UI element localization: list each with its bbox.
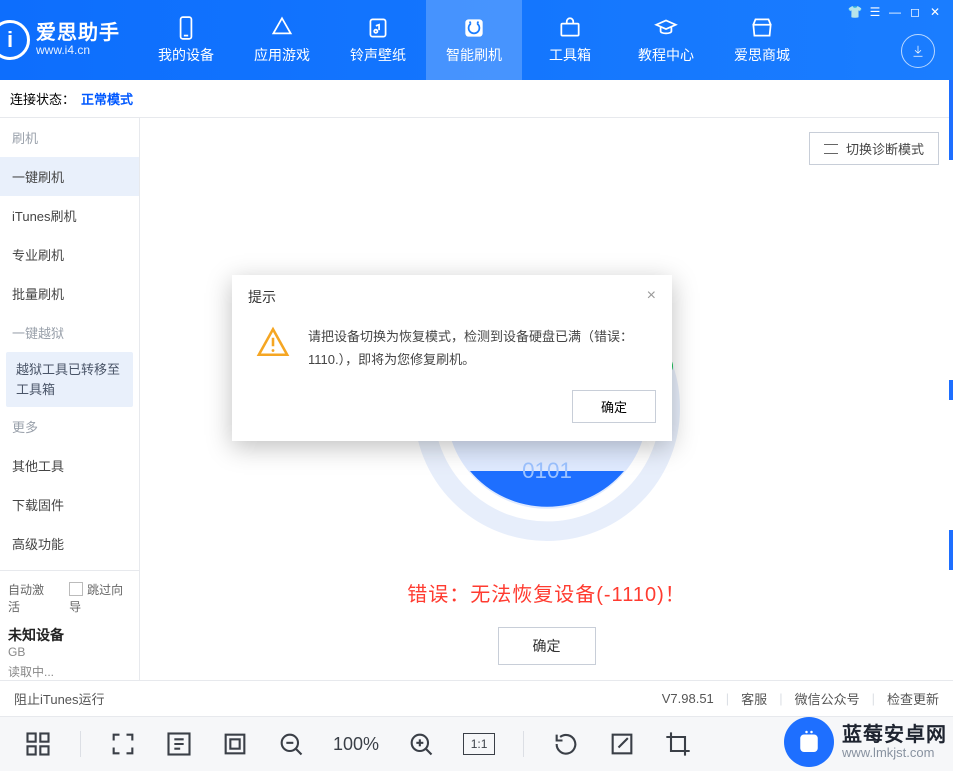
footer-version: V7.98.51 — [662, 691, 714, 706]
top-nav: 我的设备 应用游戏 铃声壁纸 智能刷机 工具箱 教程中心 爱思商城 — [138, 0, 810, 80]
download-icon[interactable] — [901, 34, 935, 68]
nav-label: 智能刷机 — [446, 45, 502, 65]
sliders-icon — [824, 144, 838, 154]
close-button[interactable]: ✕ — [925, 4, 945, 20]
zoom-out-icon[interactable] — [277, 730, 305, 758]
zoom-in-icon[interactable] — [407, 730, 435, 758]
phone-icon — [173, 15, 199, 41]
sidebar-item-itunes[interactable]: iTunes刷机 — [0, 196, 139, 235]
nav-mall[interactable]: 爱思商城 — [714, 0, 810, 80]
sidebar-cat-flash: 刷机 — [0, 118, 139, 157]
apps-icon — [269, 15, 295, 41]
nav-flash[interactable]: 智能刷机 — [426, 0, 522, 80]
brand-logo-icon: i — [0, 20, 30, 60]
watermark: 蓝莓安卓网 www.lmkjst.com — [784, 717, 947, 767]
crop-icon[interactable] — [664, 730, 692, 758]
sidebar-item-oneclick[interactable]: 一键刷机 — [0, 157, 139, 196]
sidebar-bottom: 自动激活 跳过向导 未知设备 GB 读取中... — [0, 570, 139, 680]
nav-tutorial[interactable]: 教程中心 — [618, 0, 714, 80]
sidebar-item-pro[interactable]: 专业刷机 — [0, 235, 139, 274]
auto-activate-label: 自动激活 — [8, 581, 53, 615]
footer-update[interactable]: 检查更新 — [887, 689, 939, 708]
nav-device[interactable]: 我的设备 — [138, 0, 234, 80]
skip-wizard-toggle[interactable]: 跳过向导 — [69, 581, 131, 615]
fit-icon[interactable] — [221, 730, 249, 758]
sidebar-item-other[interactable]: 其他工具 — [0, 446, 139, 485]
switch-diag-button[interactable]: 切换诊断模式 — [809, 132, 939, 165]
sidebar-cat-more: 更多 — [0, 407, 139, 446]
sidebar-item-adv[interactable]: 高级功能 — [0, 524, 139, 563]
brand-sub: www.i4.cn — [36, 44, 120, 57]
refresh-icon — [461, 15, 487, 41]
status-bar: 连接状态： 正常模式 — [0, 80, 953, 118]
dialog-title: 提示 — [248, 287, 276, 307]
music-icon — [365, 15, 391, 41]
zoom-level: 100% — [333, 734, 379, 755]
edit-icon[interactable] — [608, 730, 636, 758]
footer-service[interactable]: 客服 — [741, 689, 767, 708]
sidebar-cat-jailbreak: 一键越狱 — [0, 313, 139, 352]
nav-toolbox[interactable]: 工具箱 — [522, 0, 618, 80]
graduation-icon — [653, 15, 679, 41]
warning-icon — [256, 325, 290, 359]
minimize-button[interactable]: — — [885, 4, 905, 20]
checkbox-icon — [69, 582, 83, 596]
list-icon[interactable]: ☰ — [865, 4, 885, 20]
store-icon — [749, 15, 775, 41]
dialog-close-button[interactable]: × — [647, 287, 656, 307]
status-value: 正常模式 — [81, 89, 133, 108]
sidebar-item-firmware[interactable]: 下载固件 — [0, 485, 139, 524]
footer-left: 阻止iTunes运行 — [14, 689, 662, 708]
rotate-icon[interactable] — [552, 730, 580, 758]
grid-icon[interactable] — [24, 730, 52, 758]
nav-label: 工具箱 — [549, 45, 591, 65]
nav-label: 教程中心 — [638, 45, 694, 65]
shirt-icon[interactable]: 👕 — [845, 4, 865, 20]
sidebar-item-batch[interactable]: 批量刷机 — [0, 274, 139, 313]
watermark-sub: www.lmkjst.com — [842, 746, 947, 760]
diag-label: 切换诊断模式 — [846, 139, 924, 158]
confirm-button[interactable]: 确定 — [498, 627, 596, 665]
alert-dialog: 提示 × 请把设备切换为恢复模式，检测到设备硬盘已满（错误：1110.），即将为… — [232, 275, 672, 441]
svg-text:0101: 0101 — [522, 458, 572, 483]
ocr-icon[interactable] — [165, 730, 193, 758]
actual-size-icon[interactable]: 1:1 — [463, 733, 495, 755]
nav-ringtone[interactable]: 铃声壁纸 — [330, 0, 426, 80]
dialog-ok-button[interactable]: 确定 — [572, 390, 656, 423]
window-controls: 👕 ☰ — ◻ ✕ — [845, 4, 945, 20]
watermark-badge-icon — [784, 717, 834, 767]
device-name: 未知设备 — [8, 625, 131, 645]
fullscreen-icon[interactable] — [109, 730, 137, 758]
status-label: 连接状态： — [10, 89, 75, 108]
nav-label: 应用游戏 — [254, 45, 310, 65]
nav-label: 我的设备 — [158, 45, 214, 65]
device-reading: 读取中... — [8, 663, 131, 680]
nav-apps[interactable]: 应用游戏 — [234, 0, 330, 80]
sidebar: 刷机 一键刷机 iTunes刷机 专业刷机 批量刷机 一键越狱 越狱工具已转移至… — [0, 118, 140, 680]
sidebar-note-jailbreak: 越狱工具已转移至工具箱 — [6, 352, 133, 407]
brand-name: 爱思助手 — [36, 22, 120, 44]
error-text: 错误：无法恢复设备(-1110)！ — [407, 578, 687, 607]
device-capacity: GB — [8, 645, 131, 659]
nav-label: 铃声壁纸 — [350, 45, 406, 65]
app-header: i 爱思助手 www.i4.cn 我的设备 应用游戏 铃声壁纸 智能刷机 工具箱 — [0, 0, 953, 80]
nav-label: 爱思商城 — [734, 45, 790, 65]
maximize-button[interactable]: ◻ — [905, 4, 925, 20]
brand: i 爱思助手 www.i4.cn — [0, 0, 120, 80]
toolbox-icon — [557, 15, 583, 41]
watermark-name: 蓝莓安卓网 — [842, 724, 947, 746]
app-footer: 阻止iTunes运行 V7.98.51 | 客服 | 微信公众号 | 检查更新 — [0, 680, 953, 716]
dialog-message: 请把设备切换为恢复模式，检测到设备硬盘已满（错误：1110.），即将为您修复刷机… — [308, 325, 648, 372]
footer-wechat[interactable]: 微信公众号 — [795, 689, 860, 708]
